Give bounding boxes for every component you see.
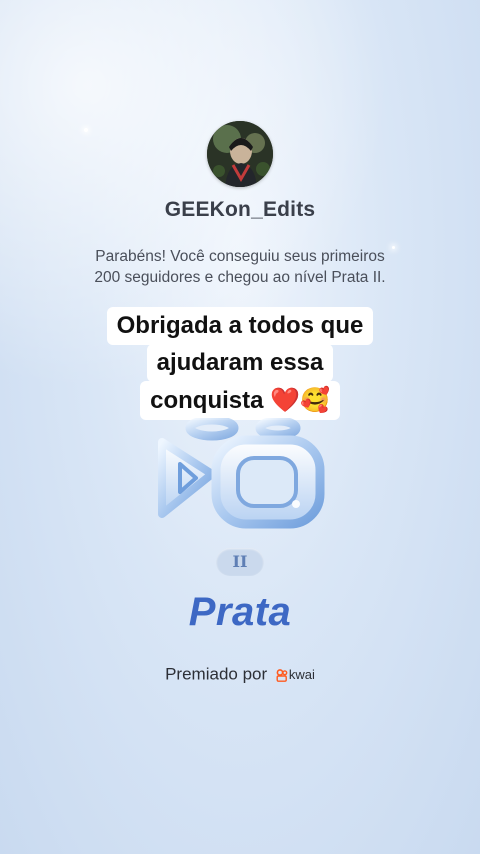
kwai-logo: kwai xyxy=(276,666,315,683)
profile-avatar-icon xyxy=(207,121,273,187)
achievement-message: Parabéns! Você conseguiu seus primeiros … xyxy=(50,246,430,288)
caption-line3: conquista ❤️🥰 xyxy=(140,381,340,420)
caption-line2: ajudaram essa xyxy=(146,344,334,382)
awarded-by-label: Premiado por xyxy=(165,664,268,684)
heart-smile-emoji: ❤️🥰 xyxy=(270,386,330,414)
caption-line3-text: conquista xyxy=(150,387,271,414)
avatar[interactable] xyxy=(207,121,273,187)
achievement-message-line2: 200 seguidores e chegou ao nível Prata I… xyxy=(94,269,386,286)
video-caption: Obrigada a todos que ajudaram essa conqu… xyxy=(0,307,480,420)
sparkle-decoration xyxy=(84,128,88,132)
level-badge: II xyxy=(216,548,264,576)
username[interactable]: GEEKon_Edits xyxy=(0,198,480,222)
kwai-icon xyxy=(276,668,288,682)
kwai-brand-text: kwai xyxy=(288,667,315,683)
tier-name: Prata xyxy=(188,590,292,634)
caption-line1: Obrigada a todos que xyxy=(106,307,374,345)
awarded-by[interactable]: Premiado por kwai xyxy=(0,664,480,685)
silver-badge-icon xyxy=(150,415,330,538)
achievement-message-line1: Parabéns! Você conseguiu seus primeiros xyxy=(95,248,385,265)
